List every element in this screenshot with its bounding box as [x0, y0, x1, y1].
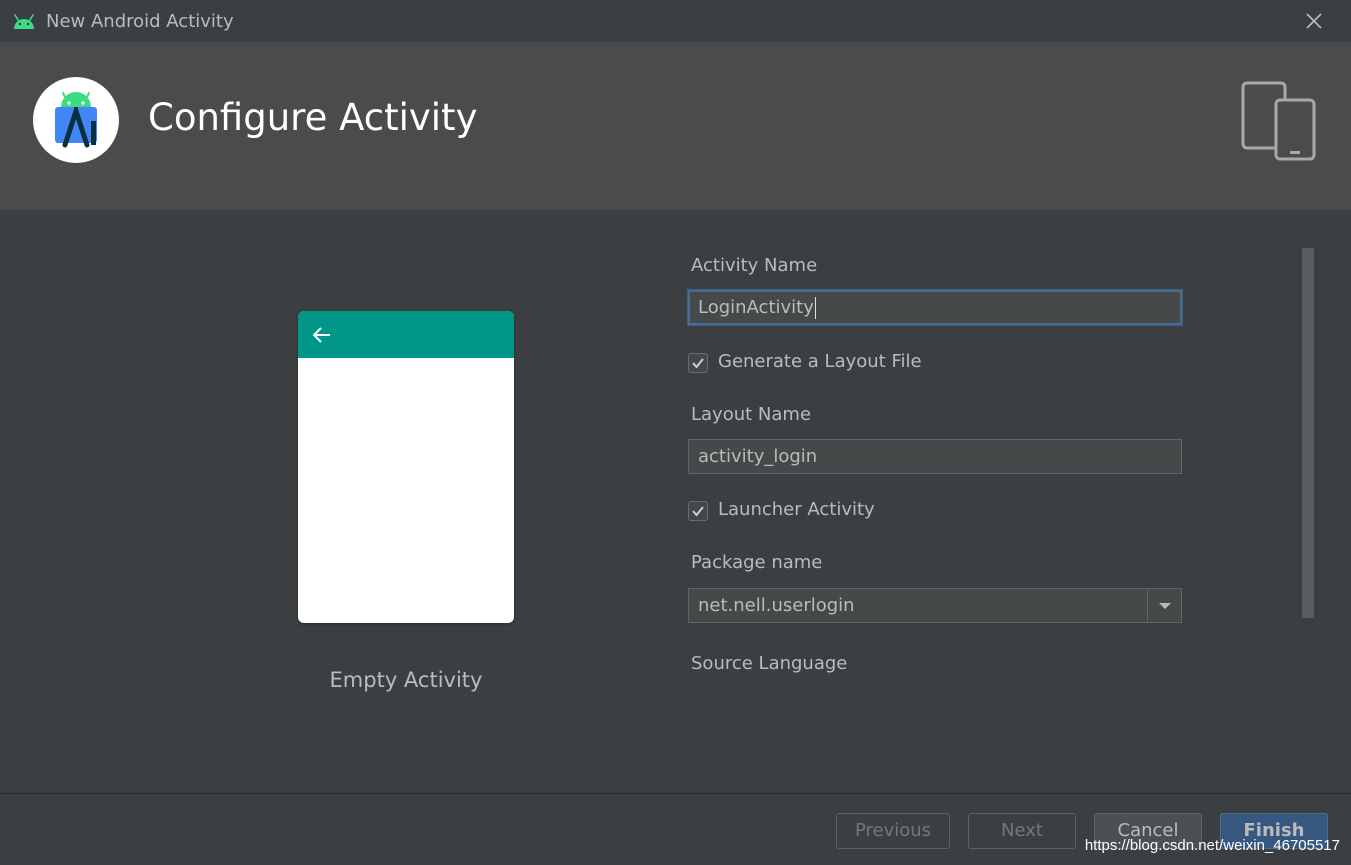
previous-button[interactable]: Previous [836, 813, 950, 849]
launcher-activity-check-box[interactable] [688, 501, 708, 521]
arrow-left-icon [312, 327, 330, 343]
template-name: Empty Activity [329, 668, 483, 692]
activity-name-value: LoginActivity [698, 297, 814, 318]
android-icon [14, 14, 34, 29]
wizard-header: Configure Activity [0, 42, 1351, 210]
package-dropdown-button[interactable] [1147, 589, 1181, 622]
chevron-down-icon [1159, 603, 1171, 609]
text-caret [814, 297, 816, 319]
launcher-activity-label: Launcher Activity [718, 499, 875, 520]
generate-layout-label: Generate a Layout File [718, 351, 922, 372]
generate-layout-checkbox[interactable]: Generate a Layout File [688, 351, 948, 375]
package-name-label: Package name [691, 552, 823, 573]
checkmark-icon [692, 506, 704, 517]
generate-layout-check-box[interactable] [688, 353, 708, 373]
package-name-value[interactable]: net.nell.userlogin [698, 589, 855, 622]
vertical-scrollbar[interactable] [1302, 248, 1314, 618]
package-name-combobox[interactable]: net.nell.userlogin [688, 588, 1182, 623]
launcher-activity-checkbox[interactable]: Launcher Activity [688, 499, 908, 523]
layout-name-input[interactable]: activity_login [688, 439, 1182, 474]
window-title: New Android Activity [46, 11, 234, 32]
devices-icon [1241, 81, 1316, 161]
activity-preview [298, 311, 514, 623]
activity-name-input[interactable]: LoginActivity [688, 290, 1182, 325]
layout-name-label: Layout Name [691, 404, 812, 425]
activity-name-label: Activity Name [691, 255, 818, 276]
title-bar: New Android Activity [0, 0, 1351, 42]
wizard-footer: Previous Next Cancel Finish [0, 793, 1351, 865]
checkmark-icon [692, 358, 704, 369]
next-button[interactable]: Next [968, 813, 1076, 849]
preview-toolbar [298, 311, 514, 358]
page-title: Configure Activity [148, 96, 478, 139]
android-studio-logo [33, 77, 119, 163]
close-icon[interactable] [1303, 10, 1325, 32]
watermark: https://blog.csdn.net/weixin_46705517 [1084, 837, 1340, 854]
source-language-label: Source Language [691, 653, 848, 674]
wizard-body: Empty Activity Activity Name LoginActivi… [0, 210, 1351, 793]
